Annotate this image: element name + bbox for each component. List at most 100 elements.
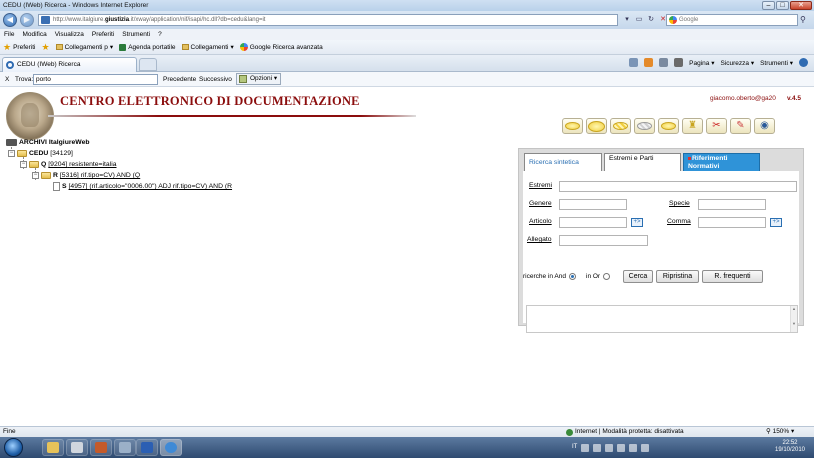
collapse-icon[interactable]: − bbox=[32, 172, 39, 179]
add-favorite-button[interactable]: ★ bbox=[41, 40, 49, 54]
window-titlebar: CEDU (IWeb) Ricerca - Windows Internet E… bbox=[0, 0, 814, 11]
tab-riferimenti-normativi[interactable]: Riferimenti Normativi bbox=[683, 153, 760, 171]
genere-field[interactable] bbox=[559, 199, 627, 210]
volume-icon[interactable] bbox=[641, 444, 650, 452]
person-icon[interactable]: ♜ bbox=[682, 118, 703, 134]
find-label: Trova: bbox=[15, 76, 34, 83]
word-taskbar-icon[interactable] bbox=[136, 439, 158, 456]
tray-icon[interactable] bbox=[605, 444, 614, 452]
specie-field[interactable] bbox=[698, 199, 766, 210]
home-icon[interactable] bbox=[629, 58, 639, 67]
tray-icon[interactable] bbox=[617, 444, 626, 452]
oval-4-icon[interactable] bbox=[634, 118, 655, 134]
menu-preferiti[interactable]: Preferiti bbox=[92, 29, 114, 40]
articolo-field[interactable] bbox=[559, 217, 627, 228]
dropdown-icon[interactable]: ▾ bbox=[622, 14, 632, 26]
menu-file[interactable]: File bbox=[4, 29, 14, 40]
fav-item-collegamenti[interactable]: Collegamenti ▾ bbox=[181, 40, 234, 54]
find-options-button[interactable]: Opzioni ▾ bbox=[236, 73, 282, 85]
tree-node-r[interactable]: − R [5316] rif.tipo=CV) AND (Q bbox=[32, 171, 140, 180]
articolo-add-button[interactable]: +> bbox=[631, 218, 643, 227]
comma-field[interactable] bbox=[698, 217, 766, 228]
help-circle-icon[interactable] bbox=[799, 58, 808, 67]
menu-modifica[interactable]: Modifica bbox=[22, 29, 46, 40]
tab-cedu-ricerca[interactable]: CEDU (IWeb) Ricerca bbox=[2, 57, 137, 72]
scissors-icon[interactable]: ✂ bbox=[706, 118, 727, 134]
fav-item-google-avanzata[interactable]: Google Ricerca avanzata bbox=[239, 40, 323, 54]
comma-add-button[interactable]: +> bbox=[770, 218, 782, 227]
tree-root[interactable]: ARCHIVI ItalgiureWeb bbox=[6, 138, 90, 147]
explorer-taskbar-icon[interactable] bbox=[42, 439, 64, 456]
message-area[interactable]: ▲ ▼ bbox=[526, 305, 798, 333]
folder-open-icon bbox=[41, 172, 51, 179]
tray-icon[interactable] bbox=[593, 444, 602, 452]
menu-help[interactable]: ? bbox=[158, 29, 162, 40]
find-next-button[interactable]: Successivo bbox=[199, 72, 232, 87]
clock[interactable]: 22:52 19/10/2010 bbox=[774, 440, 806, 454]
security-zone[interactable]: Internet | Modalità protetta: disattivat… bbox=[566, 427, 684, 437]
frequenti-button[interactable]: R. frequenti bbox=[702, 270, 763, 283]
find-prev-button[interactable]: Precedente bbox=[163, 72, 196, 87]
zoom-level[interactable]: ⚲ 150% ▾ bbox=[766, 427, 794, 437]
eraser-icon[interactable]: ✎ bbox=[730, 118, 751, 134]
start-button[interactable] bbox=[4, 438, 23, 457]
query-link[interactable]: [9204] resistente=italia bbox=[48, 161, 116, 168]
forward-button[interactable]: ▶ bbox=[20, 13, 34, 27]
back-button[interactable]: ◀ bbox=[3, 13, 17, 27]
fav-item-collegamenti-p[interactable]: Collegamenti p ▾ bbox=[55, 40, 113, 54]
network-icon[interactable] bbox=[629, 444, 638, 452]
url-field[interactable]: http://www.italgiure.giustizia.it/xway/a… bbox=[38, 14, 618, 26]
oval-1-icon[interactable] bbox=[562, 118, 583, 134]
search-input[interactable]: Google bbox=[666, 14, 798, 26]
app-toolbar: ♜ ✂ ✎ ◉ bbox=[562, 118, 775, 134]
tray-icon[interactable] bbox=[581, 444, 590, 452]
feeds-icon[interactable] bbox=[644, 58, 654, 67]
allegato-field[interactable] bbox=[559, 235, 648, 246]
app2-taskbar-icon[interactable] bbox=[114, 439, 136, 456]
fav-item-agenda[interactable]: Agenda portatile bbox=[119, 40, 176, 54]
oval-2-icon[interactable] bbox=[586, 118, 607, 134]
tab-estremi-parti[interactable]: Estremi e Parti bbox=[604, 153, 681, 171]
collapse-icon[interactable]: − bbox=[20, 161, 27, 168]
menu-pagina[interactable]: Pagina ▾ bbox=[689, 58, 714, 69]
favorites-button[interactable]: ★ Preferiti bbox=[3, 40, 35, 54]
compat-view-icon[interactable]: ▭ bbox=[634, 14, 644, 26]
scrollbar[interactable]: ▲ ▼ bbox=[790, 306, 797, 332]
ie-taskbar-icon[interactable] bbox=[160, 439, 182, 456]
minimize-button[interactable]: – bbox=[762, 1, 775, 10]
menu-strumenti[interactable]: Strumenti bbox=[122, 29, 150, 40]
close-window-button[interactable]: ✕ bbox=[790, 1, 812, 10]
search-icon[interactable]: ⚲ bbox=[800, 14, 806, 26]
refresh-icon[interactable]: ↻ bbox=[646, 14, 656, 26]
oval-3-icon[interactable] bbox=[610, 118, 631, 134]
menu-sicurezza[interactable]: Sicurezza ▾ bbox=[720, 58, 754, 69]
ripristina-button[interactable]: Ripristina bbox=[656, 270, 699, 283]
cerca-button[interactable]: Cerca bbox=[623, 270, 653, 283]
find-input[interactable]: porto bbox=[33, 74, 158, 85]
close-find-button[interactable]: X bbox=[5, 72, 9, 87]
oval-5-icon[interactable] bbox=[658, 118, 679, 134]
tree-node-cedu[interactable]: − CEDU [34129] bbox=[8, 149, 73, 158]
media-taskbar-icon[interactable] bbox=[66, 439, 88, 456]
new-tab-button[interactable] bbox=[139, 58, 157, 71]
tree-node-q[interactable]: − Q [9204] resistente=italia bbox=[20, 160, 117, 169]
help-icon[interactable]: ◉ bbox=[754, 118, 775, 134]
language-indicator[interactable]: IT bbox=[572, 440, 577, 455]
page-content: CENTRO ELETTRONICO DI DOCUMENTAZIONE gia… bbox=[0, 88, 814, 426]
tree-node-s[interactable]: S [4957] (rif.articolo="0006.00") ADJ ri… bbox=[53, 182, 232, 191]
maximize-button[interactable]: □ bbox=[776, 1, 789, 10]
and-radio[interactable] bbox=[569, 273, 576, 280]
estremi-field[interactable] bbox=[559, 181, 797, 192]
app-taskbar-icon[interactable] bbox=[90, 439, 112, 456]
or-radio[interactable] bbox=[603, 273, 610, 280]
collapse-icon[interactable]: − bbox=[8, 150, 15, 157]
query-link[interactable]: [5316] rif.tipo=CV) AND (Q bbox=[60, 172, 140, 179]
menu-visualizza[interactable]: Visualizza bbox=[55, 29, 84, 40]
query-link[interactable]: [4957] (rif.articolo="0006.00") ADJ rif.… bbox=[69, 183, 233, 190]
specie-label: Specie bbox=[669, 200, 690, 207]
star-icon: ★ bbox=[3, 41, 12, 52]
tab-ricerca-sintetica[interactable]: Ricerca sintetica bbox=[524, 153, 602, 171]
menu-strumenti-cmd[interactable]: Strumenti ▾ bbox=[760, 58, 793, 69]
mail-icon[interactable] bbox=[659, 58, 669, 67]
print-icon[interactable] bbox=[674, 58, 684, 67]
